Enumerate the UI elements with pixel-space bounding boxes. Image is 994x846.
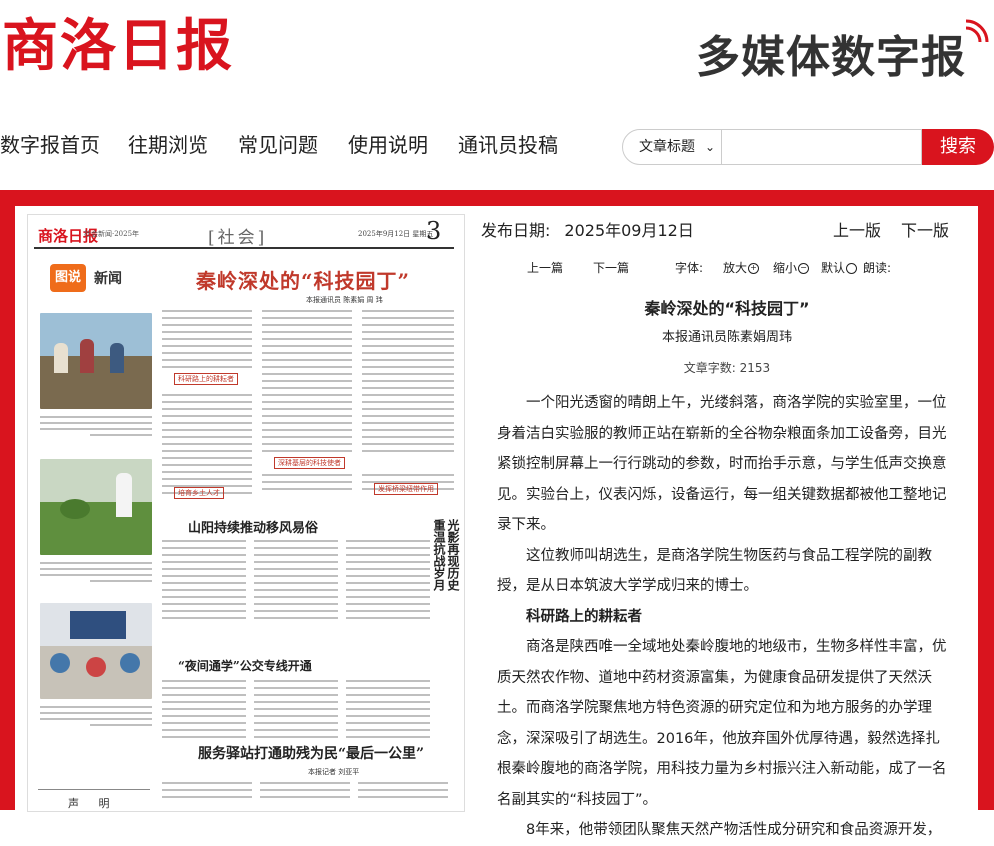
nav-home[interactable]: 数字报首页 bbox=[0, 130, 100, 160]
search-input[interactable] bbox=[722, 129, 922, 165]
paper-notice: 声 明 bbox=[68, 797, 118, 810]
article-paragraph: 一个阳光透窗的晴朗上午，光缕斜落，商洛学院的实验室里，一位身着洁白实验服的教师正… bbox=[497, 395, 947, 533]
zoom-out-label: 缩小 bbox=[773, 261, 798, 275]
article-text-block-2 bbox=[162, 540, 430, 619]
word-count-value: 2153 bbox=[739, 361, 771, 375]
paper-byline-1: 本报通讯员 陈素娟 周 玮 bbox=[306, 296, 383, 304]
minus-icon: − bbox=[798, 263, 810, 274]
vertical-title-1: 光影再现历史 bbox=[446, 519, 460, 591]
zoom-in-button[interactable]: 放大 + bbox=[723, 258, 760, 278]
notice-rule bbox=[38, 789, 150, 790]
article-paragraph: 商洛是陕西唯一全域地处秦岭腹地的地级市，生物多样性丰富，优质天然农作物、道地中药… bbox=[497, 639, 947, 808]
zoom-out-button[interactable]: 缩小 − bbox=[773, 258, 810, 278]
publish-date: 发布日期: 2025年09月12日 bbox=[481, 218, 694, 244]
paper-subhead-2: 深耕基层的科技使者 bbox=[274, 457, 345, 469]
nav-submit[interactable]: 通讯员投稿 bbox=[458, 130, 558, 160]
default-size-label: 默认 bbox=[821, 261, 846, 275]
paper-date: 2025年9月12日 星期五 bbox=[358, 230, 434, 238]
brand-title: 多媒体数字报 bbox=[696, 32, 966, 83]
paper-vertical-title[interactable]: 光影再现历史 重温抗战岁月 bbox=[432, 519, 460, 679]
zoom-in-label: 放大 bbox=[723, 261, 748, 275]
news-photo-2 bbox=[40, 459, 152, 555]
paper-byline-4: 本报记者 刘亚平 bbox=[308, 768, 360, 776]
article-paragraph: 8年来，他带领团队聚焦天然产物活性成分研究和食品资源开发， bbox=[526, 822, 942, 838]
next-edition-link[interactable]: 下一版 bbox=[901, 218, 949, 244]
chevron-down-icon: ⌄ bbox=[704, 140, 715, 154]
nav-help[interactable]: 使用说明 bbox=[348, 130, 428, 160]
article-text-block-3 bbox=[162, 680, 430, 738]
paper-masthead-small: 社会新闻·2025年 bbox=[84, 230, 140, 238]
badge-box: 图说 bbox=[50, 264, 86, 292]
paper-subhead-1: 科研路上的耕耘者 bbox=[174, 373, 238, 385]
site-logo[interactable]: 商洛日报 bbox=[2, 8, 234, 84]
search-type-value: 文章标题 bbox=[639, 139, 695, 155]
vertical-title-2: 重温抗战岁月 bbox=[432, 519, 446, 591]
article-word-count: 文章字数: 2153 bbox=[477, 358, 977, 378]
content-frame: 商洛日报 社会新闻·2025年 [社会] 2025年9月12日 星期五 3 图说… bbox=[0, 190, 994, 838]
article-author: 本报通讯员陈素娟周玮 bbox=[661, 330, 792, 345]
paper-headline-1[interactable]: 秦岭深处的“科技园丁” bbox=[196, 265, 410, 294]
article-text-block-1 bbox=[162, 310, 454, 494]
search-type-select[interactable]: 文章标题 ⌄ bbox=[622, 129, 722, 165]
badge-text: 新闻 bbox=[94, 271, 122, 287]
paper-subhead-3: 培育乡土人才 bbox=[174, 487, 224, 499]
read-aloud-button[interactable]: 朗读: bbox=[863, 258, 891, 278]
paper-subhead-4: 发挥桥梁纽带作用 bbox=[374, 483, 438, 495]
paper-section: [社会] bbox=[208, 228, 268, 248]
news-photo-3 bbox=[40, 603, 152, 699]
article-body: 一个阳光透窗的晴朗上午，光缕斜落，商洛学院的实验室里，一位身着洁白实验服的教师正… bbox=[497, 388, 951, 846]
paper-page-number: 3 bbox=[426, 217, 442, 245]
content-area: 商洛日报 社会新闻·2025年 [社会] 2025年9月12日 星期五 3 图说… bbox=[15, 206, 978, 838]
news-badge: 图说 新闻 bbox=[38, 260, 134, 300]
paper-rule bbox=[34, 247, 454, 249]
article-text-block-4 bbox=[162, 782, 448, 798]
nav-faq[interactable]: 常见问题 bbox=[238, 130, 318, 160]
prev-article-link[interactable]: 上一篇 bbox=[527, 258, 563, 278]
site-header: 商洛日报 多媒体数字报 bbox=[0, 0, 994, 108]
photo-caption-1 bbox=[40, 413, 152, 439]
publish-date-label: 发布日期: bbox=[481, 221, 551, 240]
word-count-label: 文章字数: bbox=[683, 361, 736, 375]
nav-archive[interactable]: 往期浏览 bbox=[128, 130, 208, 160]
paper-headline-2[interactable]: 山阳持续推动移风易俗 bbox=[188, 517, 318, 536]
paper-headline-4[interactable]: 服务驿站打通助残为民“最后一公里” bbox=[198, 743, 424, 763]
article-title: 秦岭深处的“科技园丁” bbox=[644, 299, 810, 318]
circle-icon bbox=[846, 263, 858, 274]
photo-caption-3 bbox=[40, 703, 152, 729]
article-paragraph: 这位教师叫胡选生，是商洛学院生物医药与食品工程学院的副教授，是从日本筑波大学学成… bbox=[497, 547, 932, 595]
signal-icon bbox=[965, 19, 989, 43]
article-subheading: 科研路上的耕耘者 bbox=[526, 608, 642, 625]
search-button[interactable]: 搜索 bbox=[922, 129, 994, 165]
paper-headline-3[interactable]: “夜间通学”公交专线开通 bbox=[178, 657, 312, 674]
photo-caption-2 bbox=[40, 559, 152, 585]
default-size-button[interactable]: 默认 bbox=[821, 258, 858, 278]
plus-icon: + bbox=[748, 263, 760, 274]
article-panel: 发布日期: 2025年09月12日 上一版 下一版 上一篇 下一篇 字体: 放大 +… bbox=[477, 206, 977, 838]
newspaper-page[interactable]: 商洛日报 社会新闻·2025年 [社会] 2025年9月12日 星期五 3 图说… bbox=[27, 214, 465, 812]
publish-date-value: 2025年09月12日 bbox=[564, 221, 694, 240]
next-article-link[interactable]: 下一篇 bbox=[593, 258, 629, 278]
news-photo-1 bbox=[40, 313, 152, 409]
prev-edition-link[interactable]: 上一版 bbox=[833, 218, 881, 244]
font-label: 字体: bbox=[675, 261, 704, 275]
